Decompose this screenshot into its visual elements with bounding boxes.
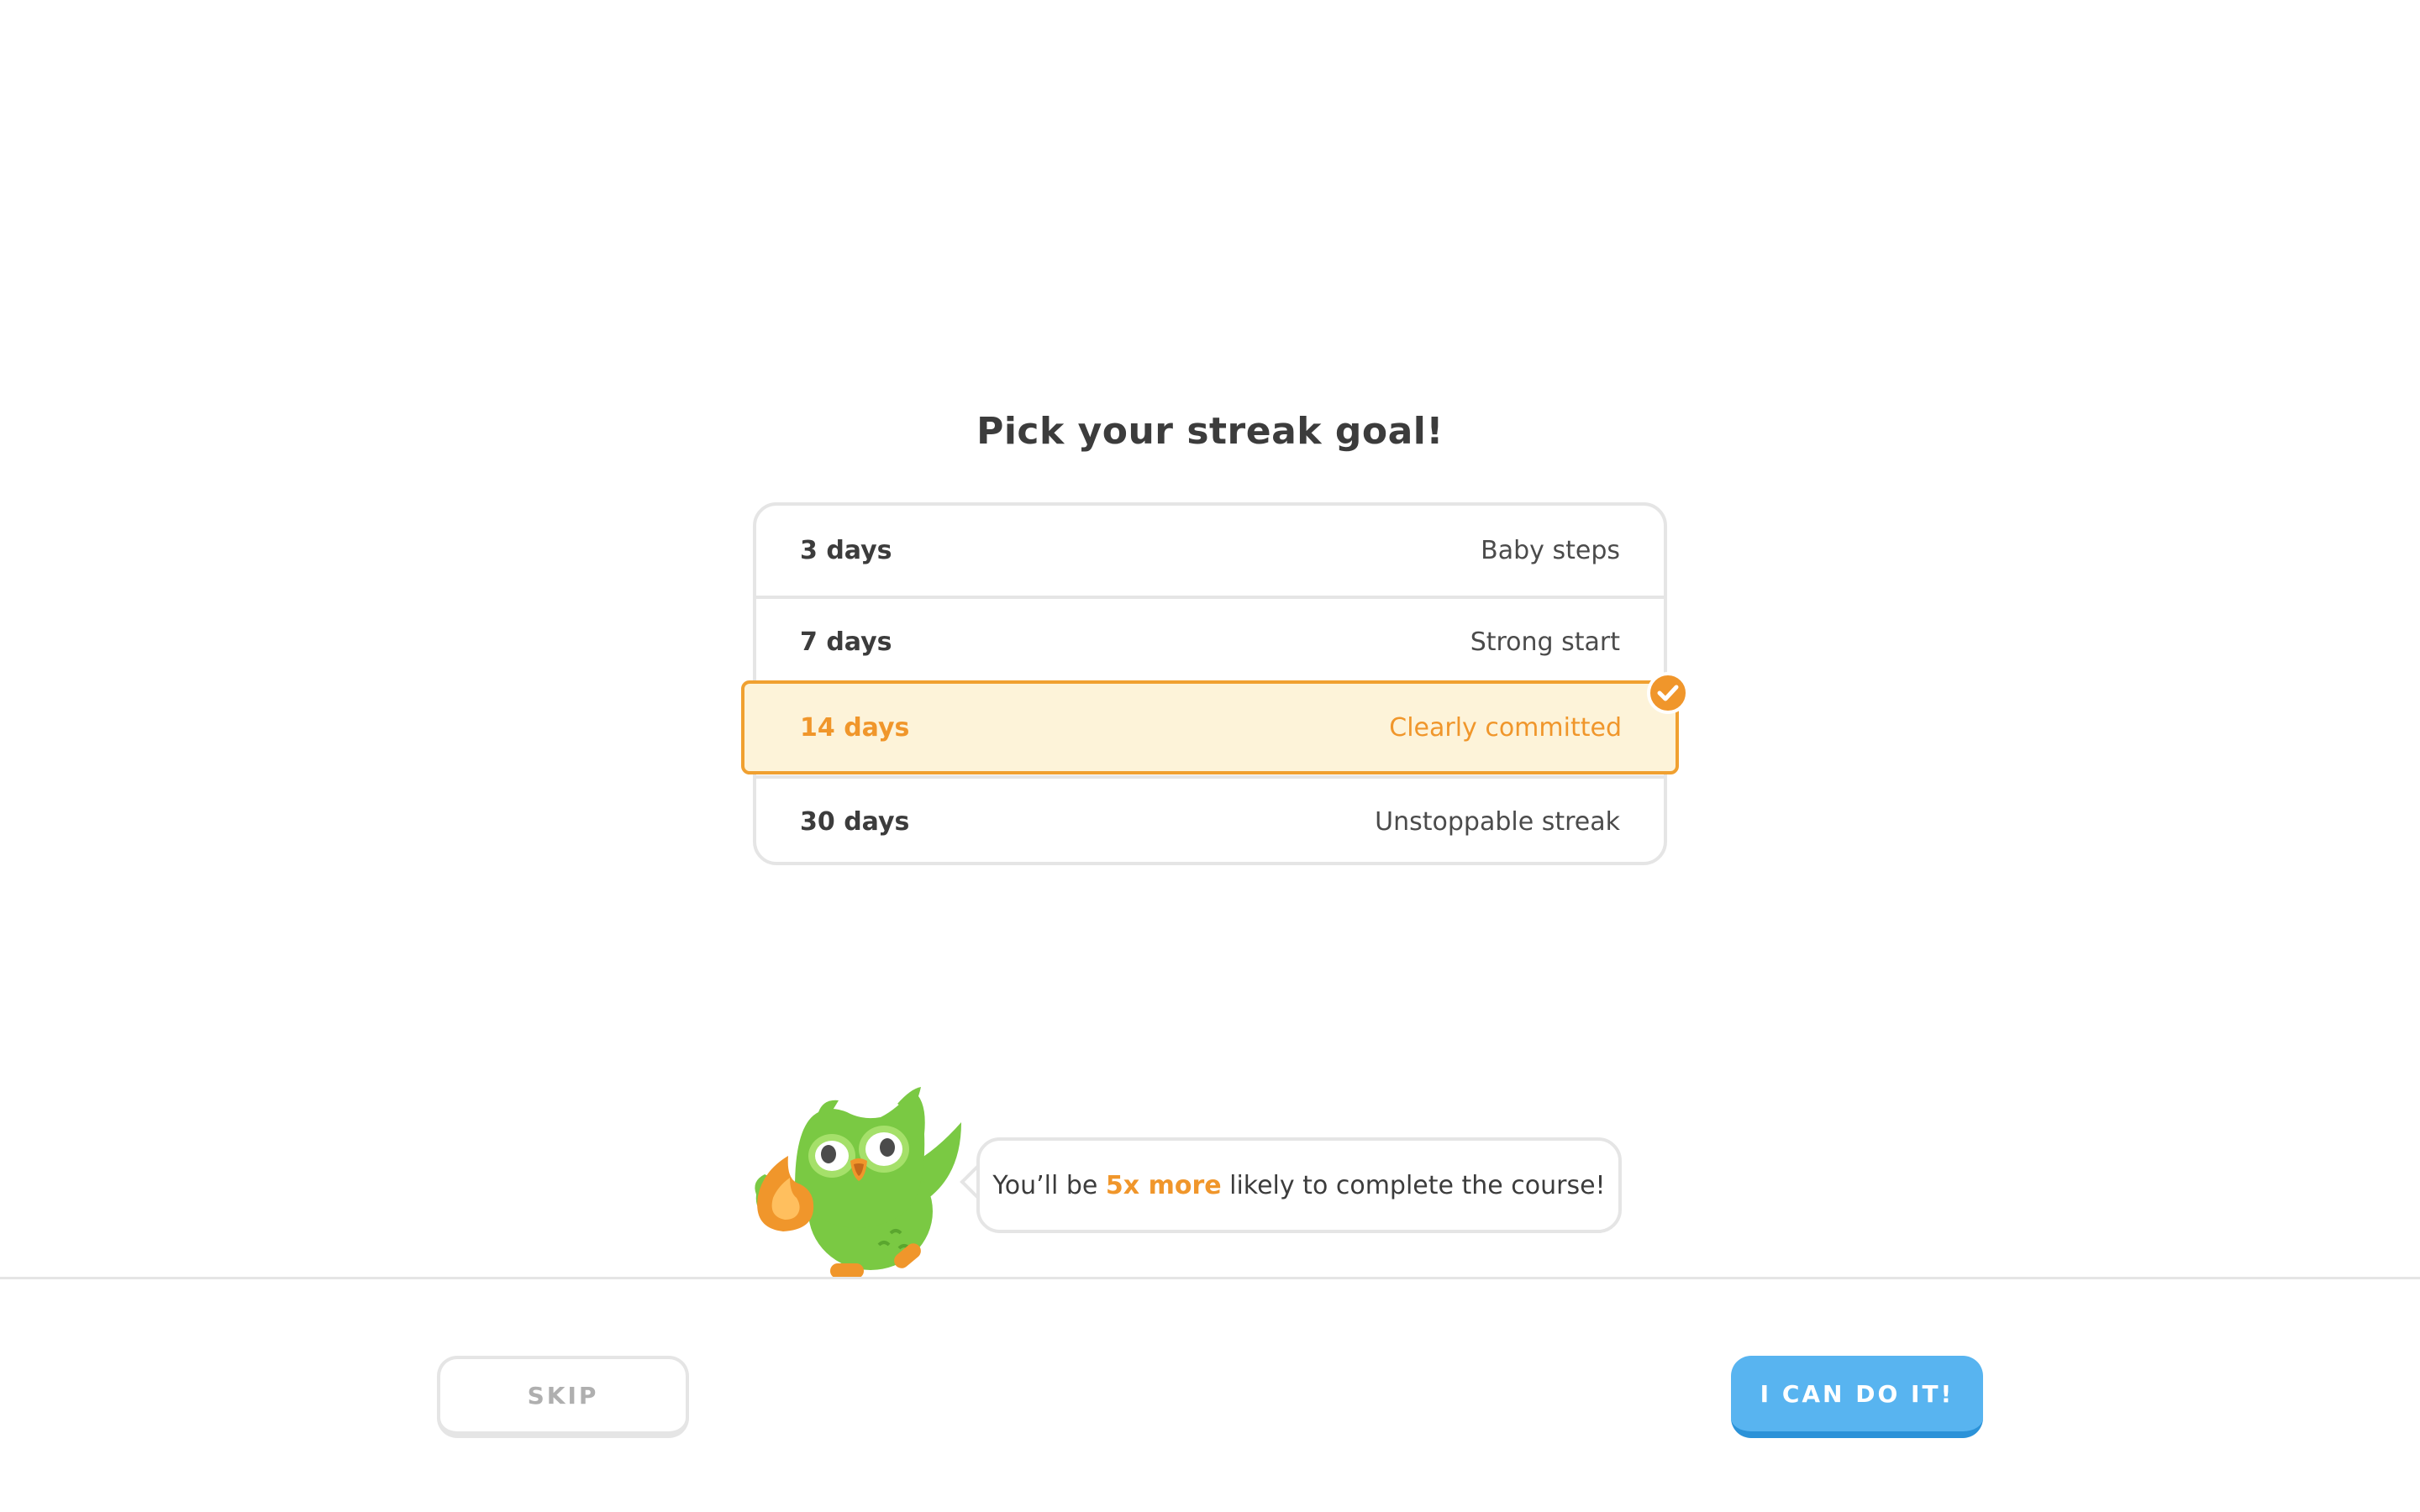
speech-bubble: You’ll be 5x more likely to complete the… bbox=[976, 1137, 1622, 1233]
option-3-days[interactable]: 3 days Baby steps bbox=[756, 506, 1664, 596]
skip-button[interactable]: SKIP bbox=[437, 1356, 689, 1438]
option-label: Clearly committed bbox=[1389, 712, 1622, 743]
bubble-highlight: 5x more bbox=[1105, 1170, 1222, 1200]
option-label: Unstoppable streak bbox=[1375, 807, 1620, 837]
i-can-do-it-button[interactable]: I CAN DO IT! bbox=[1731, 1356, 1983, 1438]
bubble-text-after: likely to complete the course! bbox=[1221, 1170, 1606, 1200]
streak-goal-screen: Pick your streak goal! 3 days Baby steps… bbox=[0, 0, 2420, 1512]
page-title: Pick your streak goal! bbox=[976, 410, 1444, 453]
option-30-days[interactable]: 30 days Unstoppable streak bbox=[756, 775, 1664, 865]
checkmark-icon bbox=[1647, 672, 1689, 714]
option-days: 7 days bbox=[800, 627, 892, 657]
option-days: 14 days bbox=[800, 712, 910, 743]
option-label: Strong start bbox=[1470, 627, 1620, 657]
option-days: 30 days bbox=[800, 807, 910, 837]
footer-divider bbox=[0, 1277, 2420, 1279]
option-7-days[interactable]: 7 days Strong start bbox=[756, 596, 1664, 685]
bubble-text-before: You’ll be bbox=[992, 1170, 1106, 1200]
option-label: Baby steps bbox=[1481, 536, 1620, 565]
owl-mascot-icon bbox=[746, 1084, 965, 1278]
option-14-days-selected[interactable]: 14 days Clearly committed bbox=[741, 680, 1679, 774]
option-days: 3 days bbox=[800, 536, 892, 565]
